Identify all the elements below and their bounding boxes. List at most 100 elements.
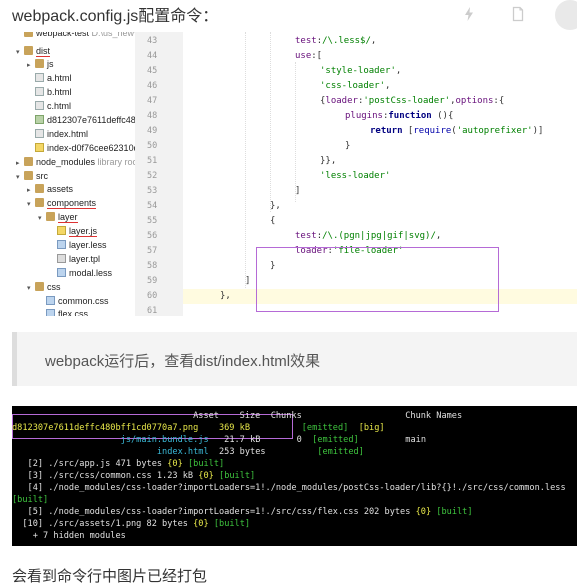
- line-number: 48: [147, 111, 158, 121]
- terminal-line: + 7 hidden modules: [32, 531, 126, 541]
- line-number: 45: [147, 66, 158, 76]
- line-number: 50: [147, 141, 158, 151]
- tree-item-label: index-d0f76cee62310d: [47, 143, 135, 153]
- tree-item-label: layer.tpl: [69, 254, 101, 264]
- tree-item-label: webpack-test: [36, 32, 90, 38]
- tree-item-extra: D:\us_new\do: [91, 32, 135, 38]
- lightning-icon[interactable]: [461, 6, 477, 22]
- html-file-icon: [35, 87, 44, 96]
- tree-item[interactable]: a.html: [27, 72, 72, 85]
- tree-item-label: b.html: [47, 87, 72, 97]
- code-line: {loader:'postCss-loader',options:{: [320, 96, 505, 106]
- tree-item[interactable]: d812307e7611deffc480: [27, 114, 135, 127]
- tree-item[interactable]: ▾ src: [16, 170, 48, 183]
- line-number: 53: [147, 186, 158, 196]
- tree-item[interactable]: common.css: [38, 295, 109, 308]
- css-file-icon: [57, 268, 66, 277]
- line-number: 46: [147, 81, 158, 91]
- note-text: webpack运行后，查看dist/index.html效果: [45, 353, 321, 370]
- tree-item[interactable]: ▸ node_modules library roo: [16, 156, 135, 169]
- expand-arrow-icon[interactable]: ▾: [27, 282, 35, 295]
- line-number: 49: [147, 126, 158, 136]
- line-number: 52: [147, 171, 158, 181]
- github-icon[interactable]: [555, 0, 577, 30]
- code-line: 'style-loader',: [320, 66, 402, 76]
- code-line: }},: [320, 156, 337, 166]
- project-file-tree: webpack-test D:\us_new\do▾dist▸jsa.htmlb…: [12, 32, 135, 316]
- folder-file-icon: [24, 32, 33, 37]
- quote-note: webpack运行后，查看dist/index.html效果: [12, 332, 577, 386]
- code-line: ]: [295, 186, 301, 196]
- tree-item[interactable]: ▾ dist: [16, 45, 51, 59]
- expand-arrow-icon[interactable]: ▾: [38, 212, 46, 225]
- tree-item[interactable]: index.html: [27, 128, 88, 141]
- folder-file-icon: [46, 212, 55, 221]
- tree-item-label: dist: [36, 46, 51, 57]
- section-header: webpack.config.js配置命令：: [0, 0, 577, 30]
- line-number: 60: [147, 291, 158, 301]
- line-number-gutter: 43 44 45 46 47 48 49 50 51 52 53 54 55 56 57 58 59 60 61: [135, 32, 200, 316]
- folder-file-icon: [35, 59, 44, 68]
- expand-arrow-icon[interactable]: ▾: [16, 171, 24, 184]
- folder-file-icon: [35, 282, 44, 291]
- tree-item[interactable]: c.html: [27, 100, 71, 113]
- tree-item[interactable]: layer.tpl: [49, 253, 100, 266]
- code-line: test:/\.less$/,: [295, 36, 377, 46]
- tree-item[interactable]: ▾ layer: [38, 211, 78, 224]
- css-file-icon: [46, 309, 55, 316]
- tree-item[interactable]: ▾ css: [27, 281, 61, 294]
- expand-arrow-icon[interactable]: ▸: [27, 59, 35, 72]
- tree-item[interactable]: index-d0f76cee62310d: [27, 142, 135, 155]
- terminal-output: Time: 3501ms Asset Size Chunks Chunk Nam…: [12, 406, 577, 546]
- expand-arrow-icon[interactable]: ▾: [16, 46, 24, 59]
- code-line: 'less-loader': [320, 171, 391, 181]
- line-number: 55: [147, 216, 158, 226]
- tree-item[interactable]: ▸ assets: [27, 183, 73, 196]
- tree-item-extra: library roo: [95, 157, 135, 167]
- tree-item[interactable]: layer.less: [49, 239, 107, 252]
- tree-item-label: a.html: [47, 73, 72, 83]
- tree-item-label: js: [47, 59, 54, 69]
- expand-arrow-icon[interactable]: ▸: [16, 157, 24, 170]
- tree-item-label: src: [36, 171, 48, 181]
- line-number: 59: [147, 276, 158, 286]
- tree-item-label: common.css: [58, 296, 109, 306]
- code-line: return [require('autoprefixer')]: [370, 126, 544, 136]
- tree-item[interactable]: b.html: [27, 86, 72, 99]
- code-line: },: [270, 201, 281, 211]
- html-file-icon: [35, 129, 44, 138]
- tree-item-label: layer.js: [69, 226, 98, 237]
- tree-item[interactable]: layer.js: [49, 225, 98, 238]
- tree-item[interactable]: ▸ js: [27, 58, 54, 71]
- html-file-icon: [35, 101, 44, 110]
- line-number: 57: [147, 246, 158, 256]
- code-line: 'css-loader',: [320, 81, 391, 91]
- tree-item[interactable]: webpack-test D:\us_new\do: [16, 32, 135, 40]
- js-file-icon: [35, 143, 44, 152]
- code-line: ]: [245, 276, 251, 286]
- folder-file-icon: [24, 171, 33, 180]
- tree-item-label: node_modules: [36, 157, 96, 167]
- document-icon[interactable]: [510, 6, 526, 22]
- tree-item-label: assets: [47, 184, 74, 194]
- expand-arrow-icon[interactable]: ▾: [27, 198, 35, 211]
- terminal-line: [3] ./src/css/common.css 1.23 kB {0} [bu…: [27, 471, 256, 481]
- folder-file-icon: [35, 184, 44, 193]
- tree-item[interactable]: ▾ components: [27, 197, 97, 211]
- tree-item[interactable]: modal.less: [49, 267, 112, 280]
- line-number: 44: [147, 51, 158, 61]
- folder-file-icon: [35, 198, 44, 207]
- ide-screenshot: webpack-test D:\us_new\do▾dist▸jsa.htmlb…: [12, 32, 577, 316]
- terminal-line: d812307e7611deffc480bff1cd0770a7.png 369…: [12, 423, 385, 433]
- line-number: 43: [147, 36, 158, 46]
- line-number: 47: [147, 96, 158, 106]
- expand-arrow-icon[interactable]: ▸: [27, 184, 35, 197]
- tree-item-label: d812307e7611deffc480: [47, 115, 135, 125]
- folder-file-icon: [24, 46, 33, 55]
- tree-item[interactable]: flex.css: [38, 308, 88, 316]
- tree-item-label: index.html: [47, 129, 89, 139]
- terminal-line: Asset Size Chunks Chunk Names: [193, 411, 463, 421]
- tree-item-label: layer.less: [69, 240, 107, 250]
- html-file-icon: [35, 73, 44, 82]
- section-title: webpack.config.js配置命令：: [12, 8, 219, 25]
